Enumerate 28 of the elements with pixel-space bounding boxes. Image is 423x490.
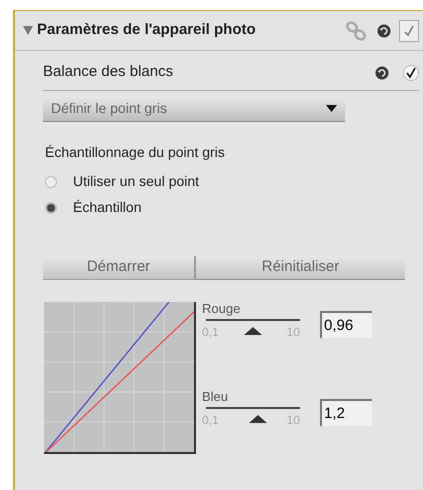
undo-icon[interactable] <box>375 66 389 80</box>
radio-button[interactable] <box>45 176 57 188</box>
check-icon <box>403 24 415 36</box>
slider-min: 0,1 <box>202 326 219 338</box>
slider-max: 10 <box>286 326 300 338</box>
dropdown-arrow-icon <box>326 105 337 112</box>
point-dropdown[interactable]: Définir le point gris <box>43 96 345 122</box>
panel-checkbox[interactable] <box>399 20 419 42</box>
panel-title: Paramètres de l'appareil photo <box>37 20 257 40</box>
radio-option[interactable]: Utiliser un seul point <box>45 171 423 192</box>
value-field[interactable]: 0,96 <box>320 311 372 338</box>
radio-option[interactable]: Échantillon <box>45 197 423 218</box>
undo-icon[interactable] <box>377 24 391 38</box>
sampling-label: Échantillonnage du point gris <box>45 143 226 162</box>
triangle-icon <box>23 26 33 35</box>
expand-toggle[interactable] <box>23 26 33 35</box>
slider-label: Bleu <box>202 390 230 403</box>
slider-thumb[interactable] <box>244 327 262 335</box>
slider-max: 10 <box>286 414 300 426</box>
slider-thumb[interactable] <box>248 415 267 423</box>
slider-min: 0,1 <box>202 414 219 426</box>
value-field[interactable]: 1,2 <box>320 399 372 426</box>
action-button[interactable]: Démarrer <box>43 256 196 280</box>
radio-button[interactable] <box>45 202 57 214</box>
check-circle[interactable] <box>403 64 419 80</box>
slider-label: Rouge <box>202 302 242 315</box>
action-button[interactable]: Réinitialiser <box>196 256 405 280</box>
section-title: Balance des blancs <box>43 62 174 82</box>
